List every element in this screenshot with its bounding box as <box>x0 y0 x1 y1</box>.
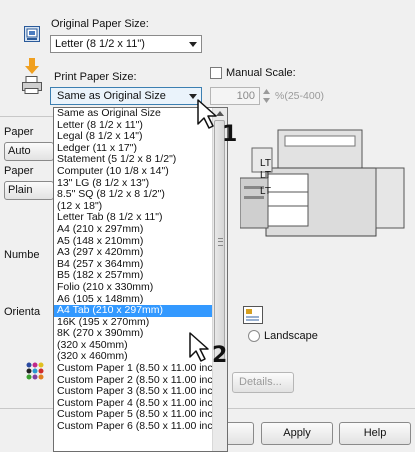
paper-source-value: Auto <box>8 145 31 157</box>
paper-size-option[interactable]: Same as Original Size <box>54 108 213 120</box>
paper-source-select[interactable]: Auto <box>4 142 54 161</box>
paper-size-options: Same as Original Size Letter (8 1/2 x 11"… <box>54 108 222 433</box>
paper-size-option[interactable]: A3 (297 x 420mm) <box>54 247 213 259</box>
landscape-radio[interactable] <box>248 330 260 342</box>
tray-3-label: LT <box>260 186 271 197</box>
manual-scale-label: Manual Scale: <box>226 67 296 79</box>
step-1-badge: 1 <box>222 122 238 147</box>
orientation-label: Orienta <box>4 306 41 318</box>
landscape-label: Landscape <box>264 330 318 342</box>
paper-type-value: Plain <box>8 184 33 196</box>
details-button[interactable]: Details... <box>232 372 294 393</box>
original-paper-value: Letter (8 1/2 x 11") <box>55 38 145 50</box>
manual-scale-value: 100 <box>236 90 255 102</box>
paper-size-option[interactable]: 8.5" SQ (8 1/2 x 8 1/2") <box>54 189 213 201</box>
ok-button-partial[interactable] <box>228 422 254 445</box>
paper-size-option[interactable]: Custom Paper 1 (8.50 x 11.00 inch) <box>54 362 222 375</box>
scroll-thumb[interactable] <box>214 120 225 360</box>
print-paper-select[interactable]: Same as Original Size <box>50 87 202 105</box>
scale-range-label: %(25-400) <box>275 90 325 102</box>
apply-button-label: Apply <box>283 427 311 439</box>
printer-preview: LT LT LT <box>239 128 405 238</box>
paper-type-label: Paper <box>4 165 34 177</box>
step-1-cursor-icon <box>196 98 220 130</box>
paper-size-option[interactable]: A4 Tab (210 x 297mm) <box>54 304 213 317</box>
print-paper-label: Print Paper Size: <box>54 71 137 83</box>
original-paper-label: Original Paper Size: <box>51 18 149 30</box>
details-button-label: Details... <box>239 376 282 388</box>
original-paper-select[interactable]: Letter (8 1/2 x 11") <box>50 35 202 53</box>
paper-size-option[interactable]: A4 (210 x 297mm) <box>54 223 213 236</box>
paper-size-dropdown-list[interactable]: Same as Original Size Letter (8 1/2 x 11"… <box>53 107 228 452</box>
paper-type-select[interactable]: Plain <box>4 181 54 200</box>
step-2-cursor-icon <box>188 331 212 363</box>
original-paper-icon <box>24 26 40 42</box>
paper-size-option[interactable]: Folio (210 x 330mm) <box>54 281 213 294</box>
step-2-badge: 2 <box>212 343 228 368</box>
apply-button[interactable]: Apply <box>261 422 333 445</box>
paper-source-label: Paper <box>4 126 34 138</box>
grip-icon <box>218 238 223 246</box>
printer-icon <box>22 76 42 94</box>
number-of-copies-label: Numbe <box>4 249 40 261</box>
tray-2-label: LT <box>260 170 271 181</box>
tray-1-label: LT <box>260 158 271 169</box>
manual-scale-checkbox[interactable] <box>210 67 222 79</box>
help-button-label: Help <box>363 427 387 439</box>
color-mode-icon <box>26 362 46 380</box>
paper-size-option[interactable]: Custom Paper 6 (8.50 x 11.00 inch) <box>54 420 222 433</box>
paper-size-option[interactable]: Computer (10 1/8 x 14") <box>54 165 213 178</box>
dropdown-scrollbar[interactable] <box>212 108 227 451</box>
arrow-down-icon <box>25 58 39 74</box>
help-button[interactable]: Help <box>339 422 411 445</box>
print-paper-value: Same as Original Size <box>57 90 166 102</box>
landscape-preview-icon <box>243 306 263 324</box>
scale-spinner[interactable] <box>262 87 271 105</box>
chevron-down-icon <box>189 42 197 47</box>
